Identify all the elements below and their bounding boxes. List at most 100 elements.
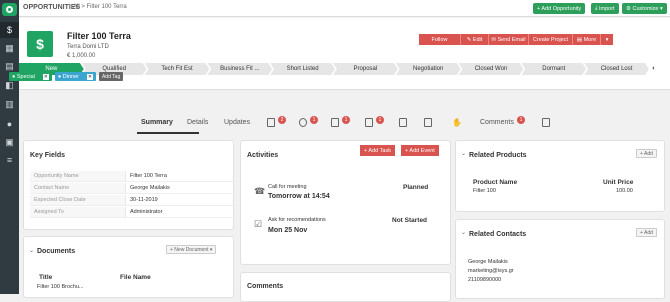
comments-title: Comments — [247, 283, 284, 290]
more-button[interactable]: ▤ More — [573, 34, 601, 45]
activities-card: Activities + Add Task + Add Event ☎ Call… — [240, 140, 451, 265]
contact-phone[interactable]: 21109890000 — [468, 277, 501, 283]
activity-name[interactable]: Call for meeting — [268, 184, 307, 190]
comments-card: Comments — [240, 272, 451, 302]
handshake-tab-icon[interactable]: ✋ — [452, 118, 462, 127]
account-name[interactable]: Terra Domi LTD — [67, 44, 109, 50]
contacts-badge: 1 — [310, 116, 318, 124]
stage-expand-icon[interactable]: ◐ — [652, 65, 656, 72]
add-tag-button[interactable]: Add Tag — [98, 72, 124, 81]
customize-label: Customize ▾ — [632, 5, 663, 12]
create-project-button[interactable]: Create Project — [529, 34, 573, 45]
field-label: Contact Name — [30, 183, 126, 193]
tags-row: ● Special ✕ ● Dinner ✕ Add Tag — [9, 72, 124, 81]
products-badge: 1 — [342, 116, 350, 124]
remove-tag-icon[interactable]: ✕ — [86, 73, 93, 80]
record-title: Filter 100 Terra — [67, 31, 131, 41]
contacts-tab-icon[interactable] — [299, 118, 307, 127]
add-event-button[interactable]: + Add Event — [401, 145, 439, 156]
collapse-icon[interactable]: ⌄ — [29, 247, 34, 254]
tag-dinner[interactable]: ● Dinner ✕ — [54, 72, 96, 81]
field-value[interactable]: Filter 100 Terra — [126, 171, 167, 181]
action-buttons: Follow ✎ Edit ✉ Send Email Create Projec… — [419, 34, 613, 45]
opportunities-nav-icon[interactable]: $ — [0, 22, 19, 38]
phone-icon: ☎ — [254, 186, 266, 196]
customize-button[interactable]: ⚙ Customize ▾ — [622, 3, 667, 14]
field-value[interactable]: Administrator — [126, 207, 162, 217]
key-field-row: Contact Name George Mailakis — [30, 183, 238, 194]
col-file-name: File Name — [120, 274, 151, 281]
module-title[interactable]: OPPORTUNITIES — [23, 4, 80, 11]
add-contact-button[interactable]: + Add — [636, 228, 657, 237]
stage-tech-fit[interactable]: Tech Fit Est — [144, 63, 210, 75]
col-title: Title — [39, 274, 53, 281]
invoices-tab-icon[interactable] — [424, 118, 432, 127]
edit-button[interactable]: ✎ Edit — [461, 34, 489, 45]
tab-updates[interactable]: Updates — [224, 119, 250, 126]
contact-email[interactable]: marketing@isys.gr — [468, 268, 514, 274]
tab-comments[interactable]: Comments — [480, 119, 514, 126]
amount: € 1,000.00 — [67, 53, 96, 59]
building-nav-icon[interactable]: ▦ — [0, 40, 19, 56]
import-button[interactable]: ⤓ Import — [591, 3, 619, 14]
key-field-row: Assigned To Administrator — [30, 207, 238, 218]
active-tab-underline — [137, 132, 199, 134]
related-products-title: Related Products — [469, 152, 527, 159]
related-products-card: ⌄ Related Products + Add Product Name Un… — [455, 140, 665, 212]
stage-short-listed[interactable]: Short Listed — [270, 63, 335, 75]
key-field-row: Opportunity Name Filter 100 Terra — [30, 171, 238, 182]
clipboard-nav-icon[interactable]: ▣ — [0, 134, 19, 150]
field-label: Expected Close Date — [30, 195, 126, 205]
key-fields-card: Key Fields Opportunity Name Filter 100 Te… — [23, 140, 238, 230]
send-email-label: Send Email — [497, 36, 526, 43]
more-dropdown-button[interactable]: ▾ — [601, 34, 613, 45]
field-label: Assigned To — [30, 207, 126, 217]
products-tab-icon[interactable] — [331, 118, 339, 127]
documents-tab-icon[interactable] — [365, 118, 373, 127]
list-nav-icon[interactable]: ≡ — [0, 152, 19, 168]
archive-tab-icon[interactable] — [542, 118, 550, 127]
activities-title: Activities — [247, 152, 279, 159]
breadcrumb[interactable]: All > Filter 100 Terra — [73, 4, 127, 10]
collapse-icon[interactable]: ⌄ — [461, 150, 466, 157]
app-logo-icon[interactable] — [2, 3, 17, 16]
add-task-button[interactable]: + Add Task — [360, 145, 395, 156]
contact-name[interactable]: George Mailakis — [468, 259, 508, 265]
stage-business-fit[interactable]: Business Fit ... — [207, 63, 273, 75]
product-name[interactable]: Filter 100 — [473, 188, 496, 194]
field-value[interactable]: George Mailakis — [126, 183, 170, 193]
key-fields-title: Key Fields — [30, 152, 66, 159]
add-opportunity-button[interactable]: + Add Opportunity — [533, 3, 586, 14]
new-document-button[interactable]: + New Document ▾ — [166, 245, 217, 254]
user-nav-icon[interactable]: ● — [0, 116, 19, 132]
follow-button[interactable]: Follow — [419, 34, 461, 45]
stage-dormant[interactable]: Dormant — [521, 63, 587, 75]
key-field-row: Expected Close Date 30-11-2019 — [30, 195, 238, 206]
checkbox-task-icon: ☑ — [254, 219, 263, 229]
field-value[interactable]: 30-11-2019 — [126, 195, 158, 205]
add-product-button[interactable]: + Add — [636, 149, 657, 158]
activity-status: Not Started — [392, 217, 428, 224]
quotes-tab-icon[interactable] — [399, 118, 407, 127]
calendar-tab-icon[interactable] — [267, 118, 275, 127]
document-row-title[interactable]: Filter 100 Brochu... — [37, 284, 83, 290]
tabs-bar: Summary Details Updates 2 1 1 1 ✋ Commen… — [19, 112, 670, 134]
tab-summary[interactable]: Summary — [141, 119, 173, 126]
documents-title: Documents — [37, 248, 76, 255]
tab-details[interactable]: Details — [187, 119, 208, 126]
top-bar: OPPORTUNITIES All > Filter 100 Terra + A… — [19, 0, 670, 17]
import-label: Import — [598, 5, 615, 12]
collapse-icon[interactable]: ⌄ — [461, 229, 466, 236]
book-nav-icon[interactable]: ▥ — [0, 96, 19, 112]
stage-closed-lost[interactable]: Closed Lost — [584, 63, 649, 75]
stage-closed-won[interactable]: Closed Won — [458, 63, 524, 75]
send-email-button[interactable]: ✉ Send Email — [489, 34, 529, 45]
tag-special[interactable]: ● Special ✕ — [9, 72, 52, 81]
comments-badge: 1 — [517, 116, 525, 124]
related-contacts-title: Related Contacts — [469, 231, 527, 238]
remove-tag-icon[interactable]: ✕ — [42, 73, 49, 80]
stage-negotiation[interactable]: Negotiation — [395, 63, 461, 75]
activity-name[interactable]: Ask for recomendations — [268, 217, 326, 223]
stage-proposal[interactable]: Proposal — [332, 63, 398, 75]
edit-label: Edit — [472, 36, 483, 43]
